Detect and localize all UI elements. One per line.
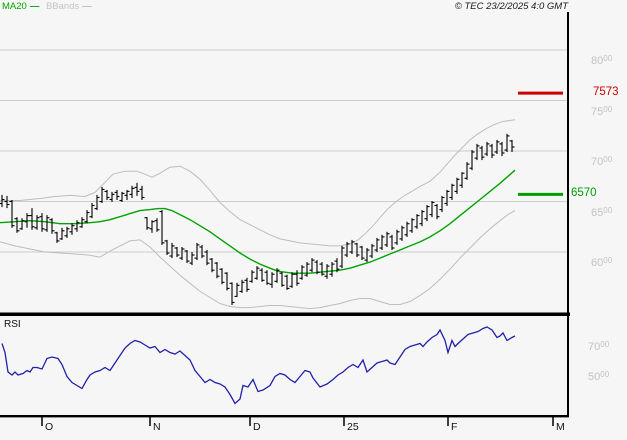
legend-bbands-label: BBands — [45, 1, 80, 12]
candlesticks — [0, 133, 515, 305]
support-level-label: 6570 — [571, 187, 597, 199]
ma20-line-swatch-icon: — — [29, 1, 40, 12]
price-axis-label: 6500 — [591, 206, 613, 219]
stock-chart: MA20— BBands — © TEC 23/2/2025 4:0 GMT RS… — [0, 0, 627, 440]
price-axis-label: 7500 — [591, 105, 613, 118]
rsi-panel-label: RSI — [4, 319, 21, 330]
resistance-level-label: 7573 — [593, 86, 619, 98]
panel-divider — [0, 312, 570, 316]
x-axis-line — [0, 415, 569, 418]
chart-canvas — [0, 12, 570, 426]
y-axis-line — [567, 12, 569, 417]
month-label: N — [153, 421, 161, 433]
chart-legend: MA20— BBands — — [2, 2, 96, 12]
rsi-line — [1, 326, 516, 405]
bbands-line-swatch-icon: — — [82, 1, 92, 12]
price-axis-label: 8000 — [591, 54, 613, 67]
month-label: D — [253, 421, 261, 433]
month-label: 25 — [347, 421, 359, 433]
legend-ma20-label: MA20 — [2, 1, 27, 12]
rsi-axis-label: 7000 — [588, 340, 610, 353]
price-axis-label: 7000 — [591, 155, 613, 168]
rsi-axis-label: 5000 — [588, 370, 610, 383]
month-label: F — [451, 421, 458, 433]
month-label: O — [45, 421, 54, 433]
month-label: M — [556, 421, 565, 433]
price-axis-label: 6000 — [591, 256, 613, 269]
copyright-timestamp: © TEC 23/2/2025 4:0 GMT — [454, 1, 568, 12]
